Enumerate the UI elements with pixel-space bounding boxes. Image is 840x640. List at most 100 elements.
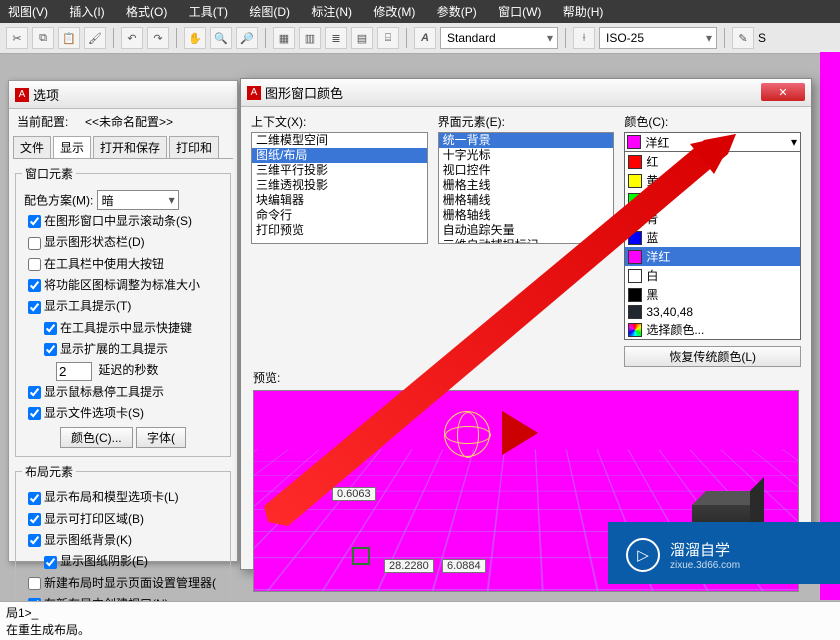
- context-column: 上下文(X): 二维模型空间图纸/布局三维平行投影三维透视投影块编辑器命令行打印…: [251, 113, 428, 367]
- watermark-text: 溜溜自学: [670, 542, 730, 559]
- last-icon[interactable]: ✎: [732, 27, 754, 49]
- color-option[interactable]: 绿: [625, 190, 800, 209]
- menu-help[interactable]: 帮助(H): [563, 5, 604, 19]
- tab-display[interactable]: 显示: [53, 136, 91, 158]
- sep: [176, 28, 177, 48]
- color-scheme-dropdown[interactable]: 暗: [97, 190, 179, 210]
- element-item[interactable]: 栅格主线: [439, 178, 614, 193]
- text-style-combo[interactable]: Standard: [440, 27, 558, 49]
- options-titlebar: A 选项: [9, 81, 237, 109]
- match-icon[interactable]: 🖌: [84, 27, 106, 49]
- element-item[interactable]: 十字光标: [439, 148, 614, 163]
- menu-insert[interactable]: 插入(I): [69, 5, 104, 19]
- prop-icon[interactable]: ▤: [351, 27, 373, 49]
- color-option[interactable]: 青: [625, 209, 800, 228]
- calc-icon[interactable]: ⌸: [377, 27, 399, 49]
- chk-shortcut[interactable]: 在工具提示中显示快捷键: [38, 319, 224, 338]
- chk-exttip[interactable]: 显示扩展的工具提示: [38, 340, 224, 359]
- menu-window[interactable]: 窗口(W): [498, 5, 541, 19]
- color-option[interactable]: 黑: [625, 285, 800, 304]
- element-item[interactable]: 自动追踪矢量: [439, 223, 614, 238]
- menu-dim[interactable]: 标注(N): [311, 5, 352, 19]
- text-icon[interactable]: A: [414, 27, 436, 49]
- last-combo[interactable]: S: [758, 31, 766, 45]
- menu-format[interactable]: 格式(O): [126, 5, 167, 19]
- delay-input[interactable]: [56, 362, 92, 381]
- window-elements-group: 窗口元素 配色方案(M): 暗 在图形窗口中显示滚动条(S) 显示图形状态栏(D…: [15, 165, 231, 457]
- color-column: 颜色(C): 洋红 红黄绿青蓝洋红白黑33,40,48选择颜色... 恢复传统颜…: [624, 113, 801, 367]
- color-option[interactable]: 蓝: [625, 228, 800, 247]
- sheet-icon[interactable]: ▥: [299, 27, 321, 49]
- chk-ribbon[interactable]: 将功能区图标调整为标准大小: [22, 276, 224, 295]
- command-line[interactable]: 局1>_ 在重生成布局。: [0, 601, 840, 640]
- chk-paperbg[interactable]: 显示图纸背景(K): [22, 531, 224, 550]
- element-listbox[interactable]: 统一背景十字光标视口控件栅格主线栅格辅线栅格轴线自动追踪矢量三维自动捕捉标记三维…: [438, 132, 615, 244]
- preview-label: 预览:: [241, 367, 811, 388]
- menu-tools[interactable]: 工具(T): [189, 5, 228, 19]
- chk-status[interactable]: 显示图形状态栏(D): [22, 233, 224, 252]
- undo-icon[interactable]: ↶: [121, 27, 143, 49]
- chk-pagesetup[interactable]: 新建布局时显示页面设置管理器(: [22, 574, 224, 593]
- element-item[interactable]: 三维自动捕捉标记: [439, 238, 614, 244]
- context-label: 上下文(X):: [251, 113, 428, 130]
- chk-printarea[interactable]: 显示可打印区域(B): [22, 510, 224, 529]
- chk-bigbtn[interactable]: 在工具栏中使用大按钮: [22, 255, 224, 274]
- redo-icon[interactable]: ↷: [147, 27, 169, 49]
- grid-icon[interactable]: ▦: [273, 27, 295, 49]
- copy-icon[interactable]: ⧉: [32, 27, 54, 49]
- sphere-icon: [444, 411, 490, 457]
- element-item[interactable]: 栅格轴线: [439, 208, 614, 223]
- chk-papershadow[interactable]: 显示图纸阴影(E): [38, 552, 224, 571]
- chk-layout-tabs[interactable]: 显示布局和模型选项卡(L): [22, 488, 224, 507]
- close-icon[interactable]: ✕: [761, 83, 805, 101]
- element-item[interactable]: 统一背景: [439, 133, 614, 148]
- context-item[interactable]: 图纸/布局: [252, 148, 427, 163]
- tab-file[interactable]: 文件: [13, 136, 51, 158]
- context-item[interactable]: 三维透视投影: [252, 178, 427, 193]
- menu-draw[interactable]: 绘图(D): [249, 5, 290, 19]
- layout-elements-legend: 布局元素: [22, 463, 76, 480]
- colors-button[interactable]: 颜色(C)...: [60, 427, 133, 448]
- color-option[interactable]: 选择颜色...: [625, 320, 800, 339]
- context-item[interactable]: 二维模型空间: [252, 133, 427, 148]
- restore-colors-button[interactable]: 恢复传统颜色(L): [624, 346, 801, 367]
- element-item[interactable]: 栅格辅线: [439, 193, 614, 208]
- dim-style-combo[interactable]: ISO-25: [599, 27, 717, 49]
- context-item[interactable]: 三维平行投影: [252, 163, 427, 178]
- context-item[interactable]: 块编辑器: [252, 193, 427, 208]
- play-icon: ▷: [626, 538, 660, 572]
- menu-modify[interactable]: 修改(M): [373, 5, 415, 19]
- context-item[interactable]: 命令行: [252, 208, 427, 223]
- color-combo-value: 洋红: [645, 134, 669, 151]
- fonts-button[interactable]: 字体(: [136, 427, 186, 448]
- swatch-icon: [628, 305, 642, 319]
- element-item[interactable]: 视口控件: [439, 163, 614, 178]
- color-option[interactable]: 洋红: [625, 247, 800, 266]
- options-title: 选项: [33, 85, 59, 104]
- menu-param[interactable]: 参数(P): [437, 5, 477, 19]
- zoom-icon[interactable]: 🔍: [210, 27, 232, 49]
- color-dropdown-list[interactable]: 红黄绿青蓝洋红白黑33,40,48选择颜色...: [624, 152, 801, 340]
- color-combo[interactable]: 洋红: [624, 132, 801, 152]
- chk-scrollbar[interactable]: 在图形窗口中显示滚动条(S): [22, 212, 224, 231]
- color-option[interactable]: 33,40,48: [625, 304, 800, 320]
- dim-icon[interactable]: ⟊: [573, 27, 595, 49]
- color-option[interactable]: 红: [625, 152, 800, 171]
- pan-icon[interactable]: ✋: [184, 27, 206, 49]
- chk-tooltip[interactable]: 显示工具提示(T): [22, 297, 224, 316]
- tab-plot[interactable]: 打印和: [169, 136, 219, 158]
- zoom2-icon[interactable]: 🔎: [236, 27, 258, 49]
- current-profile-row: 当前配置: <<未命名配置>>: [9, 109, 237, 134]
- context-item[interactable]: 打印预览: [252, 223, 427, 238]
- menu-view[interactable]: 视图(V): [8, 5, 48, 19]
- context-listbox[interactable]: 二维模型空间图纸/布局三维平行投影三维透视投影块编辑器命令行打印预览: [251, 132, 428, 244]
- layer-icon[interactable]: ≣: [325, 27, 347, 49]
- new-icon[interactable]: ✂: [6, 27, 28, 49]
- paste-icon[interactable]: 📋: [58, 27, 80, 49]
- color-option-label: 黄: [646, 172, 658, 189]
- color-option[interactable]: 白: [625, 266, 800, 285]
- chk-filetabs[interactable]: 显示文件选项卡(S): [22, 404, 224, 423]
- color-option[interactable]: 黄: [625, 171, 800, 190]
- chk-hovertip[interactable]: 显示鼠标悬停工具提示: [22, 383, 224, 402]
- tab-opensave[interactable]: 打开和保存: [93, 136, 167, 158]
